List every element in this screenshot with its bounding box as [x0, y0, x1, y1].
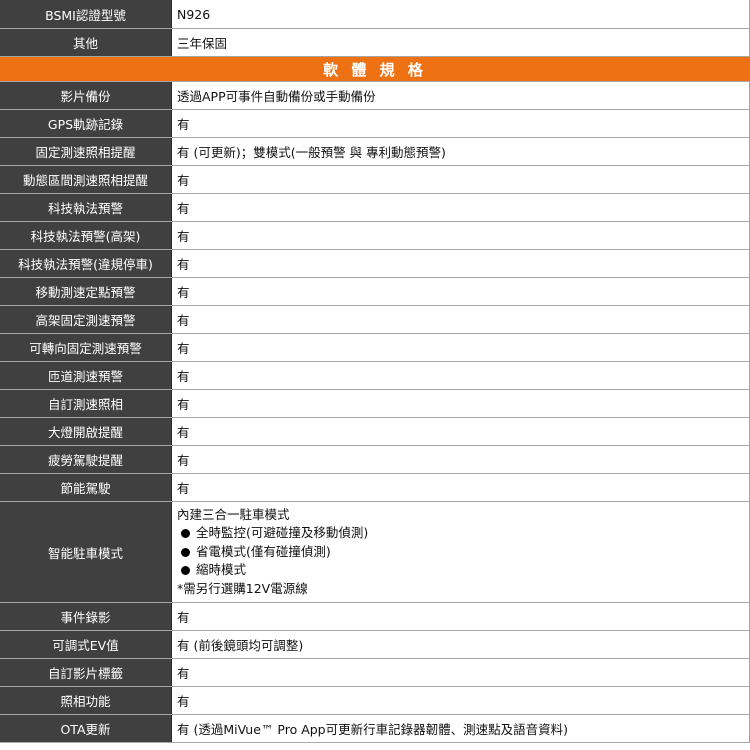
row-value: 透過APP可事件自動備份或手動備份	[172, 82, 750, 109]
spec-row: 可轉向固定測速預警 有	[0, 334, 750, 362]
row-label: 大燈開啟提醒	[0, 418, 172, 445]
row-value: 有	[172, 250, 750, 277]
spec-row-other: 其他 三年保固	[0, 29, 750, 57]
spec-row: 照相功能 有	[0, 687, 750, 715]
spec-row: 節能駕駛 有	[0, 474, 750, 502]
spec-row: 自訂影片標籤 有	[0, 659, 750, 687]
row-value: 有	[172, 222, 750, 249]
row-label: 科技執法預警(違規停車)	[0, 250, 172, 277]
row-value: 有 (前後鏡頭均可調整)	[172, 631, 750, 658]
row-value: 有 (透過MiVue™ Pro App可更新行車記錄器韌體、測速點及語音資料)	[172, 715, 750, 742]
spec-row: OTA更新 有 (透過MiVue™ Pro App可更新行車記錄器韌體、測速點及…	[0, 715, 750, 743]
row-label: 科技執法預警(高架)	[0, 222, 172, 249]
row-value: 有	[172, 278, 750, 305]
row-label: 疲勞駕駛提醒	[0, 446, 172, 473]
spec-row: 固定測速照相提醒 有 (可更新)；雙模式(一般預警 與 專利動態預警)	[0, 138, 750, 166]
parking-bullet-item: 全時監控(可避碰撞及移動偵測)	[177, 524, 368, 543]
row-value: 有	[172, 418, 750, 445]
parking-bullet-item: 省電模式(僅有碰撞偵測)	[177, 543, 331, 562]
spec-row-parking: 智能駐車模式 內建三合一駐車模式 全時監控(可避碰撞及移動偵測) 省電模式(僅有…	[0, 502, 750, 603]
row-value: 有	[172, 166, 750, 193]
row-label: OTA更新	[0, 715, 172, 742]
spec-table: BSMI認證型號 N926 其他 三年保固 軟 體 規 格 影片備份 透過APP…	[0, 0, 750, 743]
row-label: BSMI認證型號	[0, 0, 172, 28]
parking-note: *需另行選購12V電源線	[177, 580, 308, 596]
bullet-dot-icon	[181, 547, 190, 557]
row-label: 可調式EV值	[0, 631, 172, 658]
row-value: 有	[172, 446, 750, 473]
row-label: 動態區間測速照相提醒	[0, 166, 172, 193]
row-value: 有	[172, 603, 750, 630]
row-label: 自訂影片標籤	[0, 659, 172, 686]
row-value: 有	[172, 334, 750, 361]
row-value: 有	[172, 306, 750, 333]
spec-row: 科技執法預警(高架) 有	[0, 222, 750, 250]
row-value: 有	[172, 362, 750, 389]
spec-row: 高架固定測速預警 有	[0, 306, 750, 334]
row-value: 有	[172, 390, 750, 417]
row-label: 節能駕駛	[0, 474, 172, 501]
spec-row: 大燈開啟提醒 有	[0, 418, 750, 446]
spec-row: 自訂測速照相 有	[0, 390, 750, 418]
row-value: 有	[172, 687, 750, 714]
row-value: 有	[172, 659, 750, 686]
spec-row: 匝道測速預警 有	[0, 362, 750, 390]
row-label: 照相功能	[0, 687, 172, 714]
bullet-dot-icon	[181, 566, 190, 576]
spec-row: 疲勞駕駛提醒 有	[0, 446, 750, 474]
parking-intro: 內建三合一駐車模式	[177, 506, 290, 522]
row-value: 有	[172, 474, 750, 501]
spec-row: 可調式EV值 有 (前後鏡頭均可調整)	[0, 631, 750, 659]
spec-row: 科技執法預警(違規停車) 有	[0, 250, 750, 278]
row-label: 移動測速定點預警	[0, 278, 172, 305]
spec-row: 事件錄影 有	[0, 603, 750, 631]
spec-row: 動態區間測速照相提醒 有	[0, 166, 750, 194]
spec-row: 移動測速定點預警 有	[0, 278, 750, 306]
section-header-software: 軟 體 規 格	[0, 57, 750, 82]
row-label: 匝道測速預警	[0, 362, 172, 389]
row-value: N926	[172, 0, 750, 28]
spec-row: 影片備份 透過APP可事件自動備份或手動備份	[0, 82, 750, 110]
spec-row: 科技執法預警 有	[0, 194, 750, 222]
row-value: 有	[172, 194, 750, 221]
row-label: 事件錄影	[0, 603, 172, 630]
row-value: 有	[172, 110, 750, 137]
row-label: 高架固定測速預警	[0, 306, 172, 333]
parking-bullet-item: 縮時模式	[177, 561, 246, 580]
spec-row-bsmi: BSMI認證型號 N926	[0, 0, 750, 29]
row-value: 有 (可更新)；雙模式(一般預警 與 專利動態預警)	[172, 138, 750, 165]
row-label: 科技執法預警	[0, 194, 172, 221]
row-label: 影片備份	[0, 82, 172, 109]
row-label: 智能駐車模式	[0, 502, 172, 602]
parking-details: 內建三合一駐車模式 全時監控(可避碰撞及移動偵測) 省電模式(僅有碰撞偵測) 縮…	[172, 502, 750, 602]
row-label: GPS軌跡記錄	[0, 110, 172, 137]
spec-row: GPS軌跡記錄 有	[0, 110, 750, 138]
row-label: 固定測速照相提醒	[0, 138, 172, 165]
row-value: 三年保固	[172, 29, 750, 56]
row-label: 其他	[0, 29, 172, 56]
bullet-dot-icon	[181, 529, 190, 539]
row-label: 可轉向固定測速預警	[0, 334, 172, 361]
row-label: 自訂測速照相	[0, 390, 172, 417]
